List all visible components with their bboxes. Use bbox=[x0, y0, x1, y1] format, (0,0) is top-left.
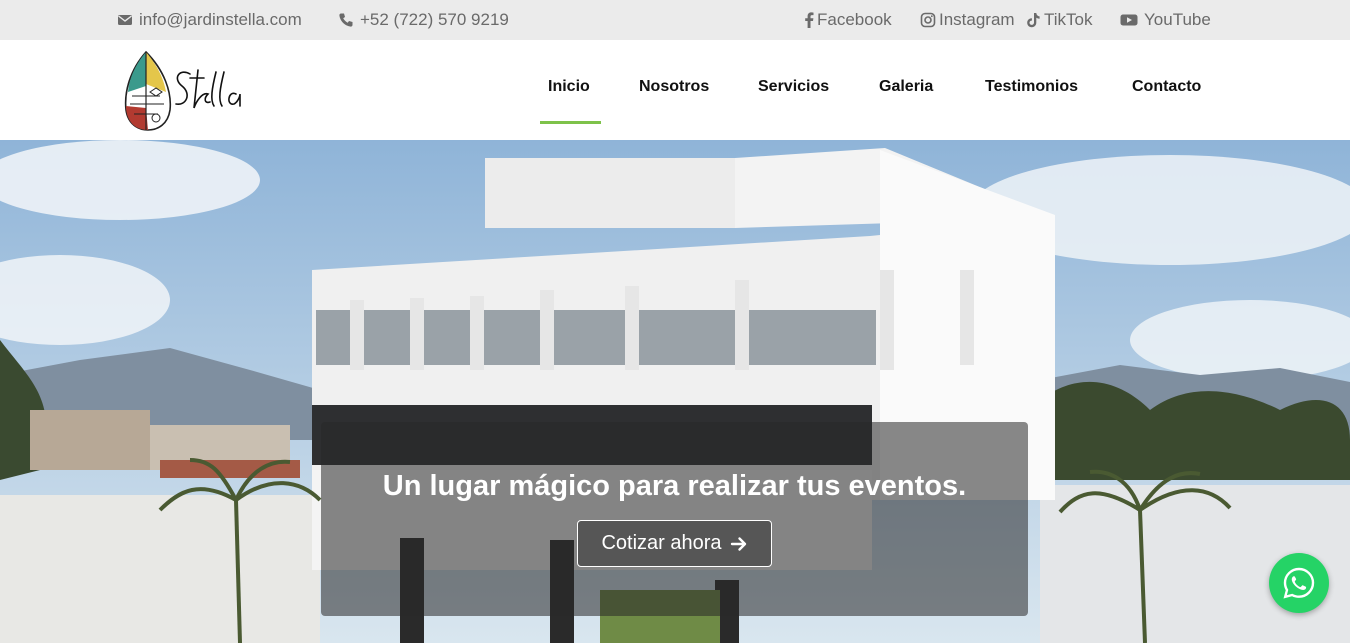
top-bar: info@jardinstella.com +52 (722) 570 9219… bbox=[0, 0, 1350, 40]
tiktok-icon bbox=[1027, 13, 1040, 28]
facebook-label: Facebook bbox=[817, 10, 892, 29]
instagram-icon bbox=[920, 12, 936, 28]
cotizar-button[interactable]: Cotizar ahora bbox=[577, 520, 772, 567]
email-link[interactable]: info@jardinstella.com bbox=[117, 10, 302, 30]
nav-active-indicator bbox=[540, 121, 601, 124]
hero-headline: Un lugar mágico para realizar tus evento… bbox=[382, 470, 967, 502]
youtube-icon bbox=[1120, 14, 1138, 26]
envelope-icon bbox=[118, 15, 132, 25]
whatsapp-icon bbox=[1283, 567, 1315, 599]
youtube-label: YouTube bbox=[1144, 10, 1211, 29]
cotizar-label: Cotizar ahora bbox=[601, 532, 722, 554]
main-navbar: Inicio Nosotros Servicios Galeria Testim… bbox=[0, 40, 1350, 140]
hero-overlay-card: Un lugar mágico para realizar tus evento… bbox=[321, 422, 1028, 616]
tiktok-link[interactable]: TikTok bbox=[1025, 10, 1093, 30]
instagram-label: Instagram bbox=[939, 10, 1015, 29]
instagram-link[interactable]: Instagram bbox=[920, 10, 1015, 30]
facebook-link[interactable]: Facebook bbox=[804, 10, 892, 30]
nav-testimonios[interactable]: Testimonios bbox=[985, 78, 1078, 96]
whatsapp-button[interactable] bbox=[1269, 553, 1329, 613]
brand-logo[interactable] bbox=[120, 48, 260, 134]
email-text: info@jardinstella.com bbox=[139, 10, 302, 29]
leaf-logo-icon bbox=[124, 50, 241, 131]
arrow-right-icon bbox=[730, 536, 746, 551]
nav-nosotros[interactable]: Nosotros bbox=[639, 78, 709, 96]
tiktok-label: TikTok bbox=[1044, 10, 1093, 29]
nav-servicios[interactable]: Servicios bbox=[758, 78, 829, 96]
phone-link[interactable]: +52 (722) 570 9219 bbox=[338, 10, 509, 30]
nav-galeria[interactable]: Galeria bbox=[879, 78, 933, 96]
nav-contacto[interactable]: Contacto bbox=[1132, 78, 1201, 96]
phone-icon bbox=[339, 13, 353, 27]
hero-section: Un lugar mágico para realizar tus evento… bbox=[0, 140, 1350, 643]
phone-text: +52 (722) 570 9219 bbox=[360, 10, 509, 29]
youtube-link[interactable]: YouTube bbox=[1120, 10, 1211, 30]
nav-inicio[interactable]: Inicio bbox=[548, 78, 590, 96]
facebook-icon bbox=[805, 12, 814, 28]
